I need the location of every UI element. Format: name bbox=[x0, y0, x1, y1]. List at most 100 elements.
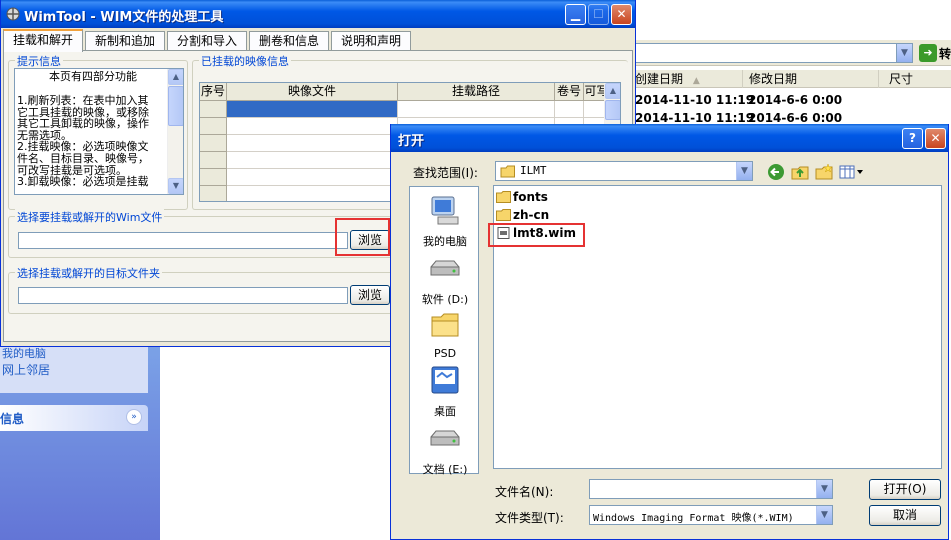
tips-heading: 本页有四部分功能 bbox=[49, 70, 137, 83]
col-volume[interactable]: 卷号 bbox=[555, 83, 584, 101]
table-cell[interactable] bbox=[227, 186, 398, 201]
place-drive-e[interactable]: 文档 (E:) bbox=[410, 423, 480, 477]
sort-ascending-icon: ▲ bbox=[692, 76, 700, 86]
dialog-title: 打开 bbox=[398, 134, 425, 149]
network-link[interactable]: 网上邻居 bbox=[2, 361, 50, 378]
row-header[interactable] bbox=[200, 101, 227, 118]
place-desktop[interactable]: 桌面 bbox=[410, 365, 480, 419]
scroll-thumb[interactable] bbox=[168, 86, 183, 126]
back-arrow-icon[interactable] bbox=[767, 163, 785, 181]
tips-group: 提示信息 本页有四部分功能 1.刷新列表：在表中加入其 它工具挂载的映像，或移除… bbox=[8, 53, 188, 210]
details-panel-header[interactable]: 信息 » bbox=[0, 405, 148, 431]
close-icon: ✕ bbox=[930, 131, 941, 145]
table-cell[interactable] bbox=[227, 169, 398, 186]
table-cell-selected[interactable] bbox=[227, 101, 398, 118]
address-bar: ▼ ➜ 转 bbox=[635, 40, 951, 66]
column-created[interactable]: 创建日期 ▲ bbox=[635, 70, 743, 88]
my-computer-icon bbox=[431, 196, 459, 225]
highlight-box-browse bbox=[335, 218, 390, 256]
minimize-button[interactable]: ▁ bbox=[565, 4, 586, 25]
maximize-button[interactable]: ☐ bbox=[588, 4, 609, 25]
filetype-value: Windows Imaging Format 映像(*.WIM) bbox=[593, 513, 794, 524]
address-input[interactable]: ▼ bbox=[635, 43, 913, 63]
open-dialog-titlebar[interactable]: 打开 ? ✕ bbox=[391, 124, 948, 152]
scroll-down-icon[interactable]: ▼ bbox=[168, 178, 183, 194]
chevron-down-icon[interactable]: » bbox=[126, 409, 142, 425]
window-title: WimTool - WIM文件的处理工具 bbox=[24, 10, 224, 25]
help-icon: ? bbox=[909, 131, 916, 145]
target-folder-input[interactable] bbox=[18, 287, 348, 304]
row-header[interactable] bbox=[200, 169, 227, 186]
folder-icon bbox=[500, 165, 515, 178]
filetype-label: 文件类型(T): bbox=[495, 511, 564, 525]
filename-label: 文件名(N): bbox=[495, 485, 554, 499]
new-folder-icon[interactable] bbox=[815, 163, 833, 181]
wim-file-input[interactable] bbox=[18, 232, 348, 249]
open-button[interactable]: 打开(O) bbox=[869, 479, 941, 500]
place-my-computer[interactable]: 我的电脑 bbox=[410, 195, 480, 249]
table-cell[interactable] bbox=[555, 101, 584, 118]
drive-icon bbox=[430, 260, 460, 276]
dialog-close-button[interactable]: ✕ bbox=[925, 128, 946, 149]
tab-create-append[interactable]: 新制和追加 bbox=[85, 31, 165, 51]
drive-icon bbox=[430, 430, 460, 446]
browse-target-button[interactable]: 浏览 bbox=[350, 285, 390, 305]
wimtool-titlebar[interactable]: WimTool - WIM文件的处理工具 ▁ ☐ ✕ bbox=[1, 0, 635, 28]
select-target-legend: 选择挂载或解开的目标文件夹 bbox=[15, 265, 162, 281]
chevron-down-icon[interactable]: ▼ bbox=[736, 162, 752, 180]
scroll-thumb[interactable] bbox=[605, 100, 620, 120]
view-menu-icon[interactable] bbox=[839, 163, 865, 181]
filename-combo[interactable]: ▼ bbox=[589, 479, 833, 499]
tips-textbox[interactable]: 本页有四部分功能 1.刷新列表：在表中加入其 它工具挂载的映像，或移除 其它工具… bbox=[14, 68, 184, 195]
table-cell[interactable] bbox=[227, 118, 398, 135]
minimize-icon: ▁ bbox=[570, 7, 581, 21]
folder-icon bbox=[431, 313, 459, 337]
mounted-legend: 已挂载的映像信息 bbox=[199, 53, 291, 69]
scroll-up-icon[interactable]: ▲ bbox=[168, 69, 183, 85]
tips-scrollbar[interactable]: ▲ ▼ bbox=[167, 69, 183, 194]
column-header-bar: 创建日期 ▲ 修改日期 尺寸 bbox=[635, 70, 951, 88]
places-bar: 我的电脑 软件 (D:) PSD 桌面 文档 (E:) bbox=[409, 186, 480, 477]
place-drive-d[interactable]: 软件 (D:) bbox=[410, 253, 480, 307]
column-size[interactable]: 尺寸 bbox=[889, 70, 951, 88]
tab-split-import[interactable]: 分割和导入 bbox=[167, 31, 247, 51]
select-wim-legend: 选择要挂载或解开的Wim文件 bbox=[15, 209, 165, 225]
go-button-label[interactable]: 转 bbox=[939, 45, 951, 62]
col-mount-path[interactable]: 挂载路径 bbox=[398, 83, 555, 101]
app-icon bbox=[6, 7, 20, 21]
col-image-file[interactable]: 映像文件 bbox=[227, 83, 398, 101]
tab-mount-extract[interactable]: 挂载和解开 bbox=[3, 29, 83, 52]
tab-help[interactable]: 说明和声明 bbox=[331, 31, 411, 51]
row-header[interactable] bbox=[200, 135, 227, 152]
cancel-button[interactable]: 取消 bbox=[869, 505, 941, 526]
col-index[interactable]: 序号 bbox=[200, 83, 227, 101]
up-folder-icon[interactable] bbox=[791, 163, 809, 181]
chevron-down-icon[interactable]: ▼ bbox=[816, 506, 832, 524]
place-psd[interactable]: PSD bbox=[410, 309, 480, 360]
close-icon: ✕ bbox=[616, 7, 627, 21]
open-dialog: 打开 ? ✕ 查找范围(I): ILMT ▼ 我的电脑 软件 (D:) PSD … bbox=[390, 124, 949, 540]
chevron-down-icon[interactable]: ▼ bbox=[816, 480, 832, 498]
scroll-up-icon[interactable]: ▲ bbox=[605, 83, 620, 99]
tab-delete-info[interactable]: 删卷和信息 bbox=[249, 31, 329, 51]
row-header[interactable] bbox=[200, 152, 227, 169]
go-arrow-icon[interactable]: ➜ bbox=[919, 44, 937, 62]
look-in-combo[interactable]: ILMT ▼ bbox=[495, 161, 753, 181]
close-button[interactable]: ✕ bbox=[611, 4, 632, 25]
filetype-combo[interactable]: Windows Imaging Format 映像(*.WIM) ▼ bbox=[589, 505, 833, 525]
address-dropdown-button[interactable]: ▼ bbox=[896, 44, 912, 62]
maximize-icon: ☐ bbox=[593, 7, 604, 21]
my-computer-link[interactable]: 我的电脑 bbox=[2, 345, 46, 361]
table-cell[interactable] bbox=[227, 135, 398, 152]
folder-icon bbox=[496, 209, 511, 221]
table-cell[interactable] bbox=[398, 101, 555, 118]
help-button[interactable]: ? bbox=[902, 128, 923, 149]
row-header[interactable] bbox=[200, 186, 227, 201]
row-header[interactable] bbox=[200, 118, 227, 135]
table-cell[interactable] bbox=[227, 152, 398, 169]
highlight-box-file bbox=[488, 223, 585, 247]
column-modified[interactable]: 修改日期 bbox=[745, 70, 879, 88]
folder-icon bbox=[496, 191, 511, 203]
look-in-value: ILMT bbox=[520, 164, 547, 177]
look-in-label: 查找范围(I): bbox=[413, 166, 478, 180]
